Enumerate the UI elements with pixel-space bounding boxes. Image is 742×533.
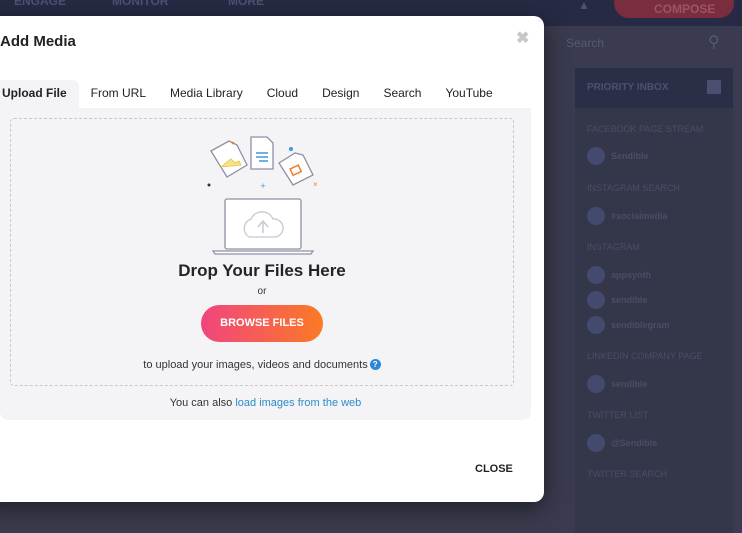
inbox-icon xyxy=(707,80,721,94)
upload-panel: + × Drop Your Files Here or BROWSE FILES… xyxy=(0,108,531,420)
tab-search[interactable]: Search xyxy=(371,80,433,108)
upload-hint-text: to upload your images, videos and docume… xyxy=(143,359,368,371)
tab-cloud[interactable]: Cloud xyxy=(255,80,310,108)
instagram-icon xyxy=(587,291,605,309)
close-button[interactable]: CLOSE xyxy=(475,463,513,475)
file-drop-zone[interactable]: + × Drop Your Files Here or BROWSE FILES… xyxy=(10,118,514,386)
nav-engage[interactable]: ENGAGE xyxy=(14,0,66,8)
svg-text:×: × xyxy=(313,180,318,189)
stream-item[interactable]: sendiblegram xyxy=(587,316,670,334)
linkedin-icon xyxy=(587,375,605,393)
section-title: FACEBOOK PAGE STREAM xyxy=(587,124,704,134)
stream-item[interactable]: #socialmedia xyxy=(587,207,668,225)
instagram-icon xyxy=(587,266,605,284)
media-source-tabs: Upload File From URL Media Library Cloud… xyxy=(0,80,505,108)
upload-illustration-icon: + × xyxy=(207,136,318,255)
instagram-icon xyxy=(587,207,605,225)
browse-files-button[interactable]: BROWSE FILES xyxy=(201,305,323,342)
compose-button[interactable]: COMPOSE xyxy=(614,0,734,18)
load-from-web-text: You can also load images from the web xyxy=(0,397,531,409)
search-icon[interactable]: ⚲ xyxy=(708,32,720,52)
stream-label: @Sendible xyxy=(611,438,658,448)
section-title: TWITTER LIST xyxy=(587,410,649,420)
section-title: TWITTER SEARCH xyxy=(587,469,667,479)
section-title: INSTAGRAM SEARCH xyxy=(587,183,680,193)
search-input[interactable]: Search xyxy=(566,36,604,50)
load-from-web-link[interactable]: load images from the web xyxy=(235,397,361,409)
stream-label: appsynth xyxy=(611,270,652,280)
help-icon[interactable]: ? xyxy=(369,359,381,370)
stream-item[interactable]: sendible xyxy=(587,375,648,393)
tab-youtube[interactable]: YouTube xyxy=(433,80,504,108)
tab-upload-file[interactable]: Upload File xyxy=(0,80,79,108)
section-title: INSTAGRAM xyxy=(587,242,640,252)
stream-label: Sendible xyxy=(611,151,649,161)
instagram-icon xyxy=(587,316,605,334)
stream-item[interactable]: sendible xyxy=(587,291,648,309)
priority-inbox[interactable]: PRIORITY INBOX xyxy=(575,68,733,108)
stream-label: sendible xyxy=(611,295,648,305)
nav-monitor[interactable]: MONITOR xyxy=(112,0,168,8)
or-label: or xyxy=(257,286,267,297)
facebook-icon xyxy=(587,147,605,165)
svg-text:+: + xyxy=(260,181,265,191)
stream-item[interactable]: @Sendible xyxy=(587,434,657,452)
also-prefix: You can also xyxy=(169,397,233,409)
dialog-title: Add Media xyxy=(0,33,76,50)
stream-label: sendible xyxy=(611,379,648,389)
stream-item[interactable]: appsynth xyxy=(587,266,651,284)
twitter-icon xyxy=(587,434,605,452)
upload-hint: to upload your images, videos and docume… xyxy=(11,359,513,371)
close-icon[interactable]: ✖ xyxy=(516,28,529,48)
nav-more[interactable]: MORE xyxy=(228,0,264,8)
stream-label: sendiblegram xyxy=(611,320,670,330)
section-title: LINKEDIN COMPANY PAGE xyxy=(587,351,703,361)
tab-from-url[interactable]: From URL xyxy=(79,80,158,108)
priority-inbox-label: PRIORITY INBOX xyxy=(587,82,669,93)
tab-media-library[interactable]: Media Library xyxy=(158,80,255,108)
stream-label: #socialmedia xyxy=(611,211,668,221)
stream-item[interactable]: Sendible xyxy=(587,147,649,165)
notification-icon[interactable]: ▲ xyxy=(578,0,590,12)
add-media-dialog: Add Media ✖ Upload File From URL Media L… xyxy=(0,16,544,502)
drop-heading: Drop Your Files Here xyxy=(178,261,346,280)
tab-design[interactable]: Design xyxy=(310,80,371,108)
